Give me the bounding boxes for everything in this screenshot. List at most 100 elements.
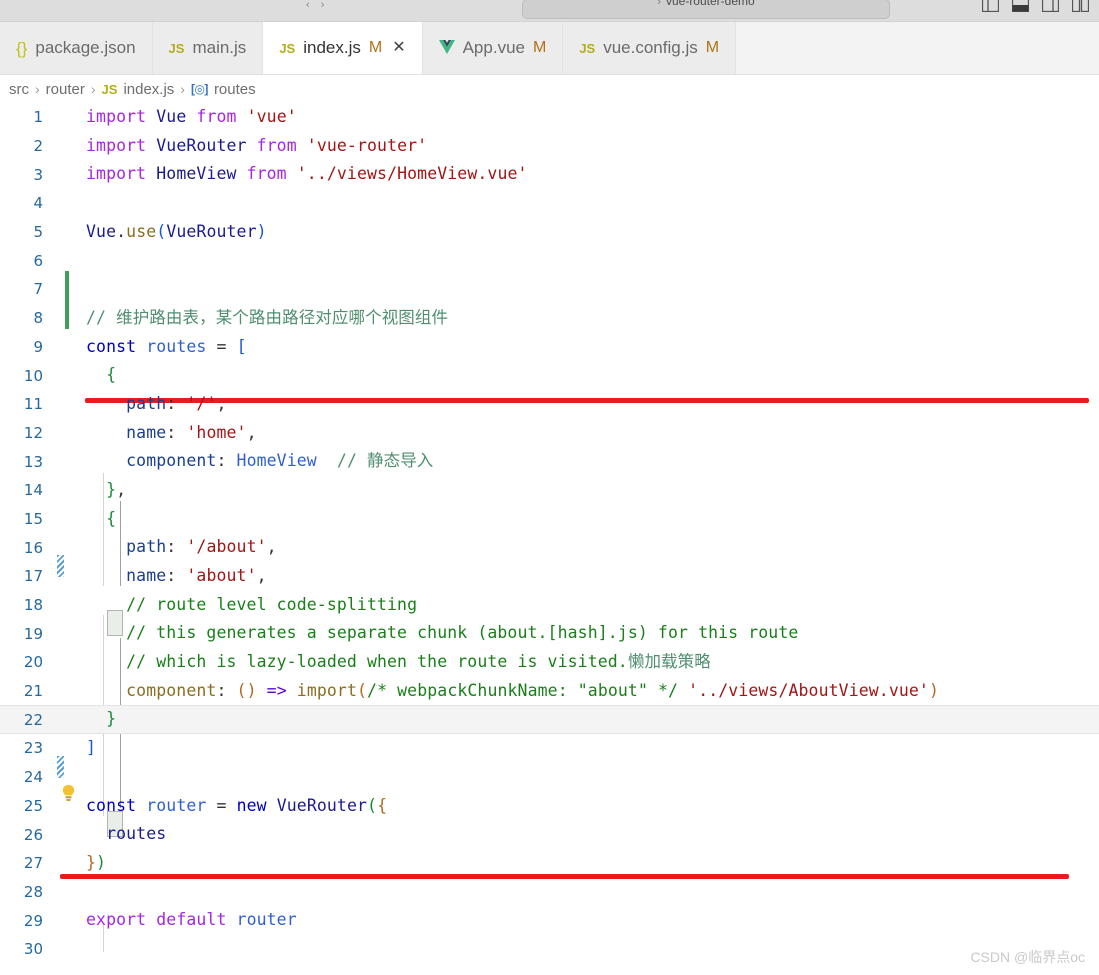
line-number: 20: [23, 653, 43, 672]
code-line[interactable]: 3 import HomeView from '../views/HomeView…: [0, 160, 1099, 189]
tab-app-vue[interactable]: App.vue M: [422, 22, 564, 74]
line-number: 4: [33, 194, 43, 213]
code-line[interactable]: 28: [0, 878, 1099, 907]
code-line[interactable]: 23]: [0, 734, 1099, 763]
code-line[interactable]: 19 // this generates a separate chunk (a…: [0, 619, 1099, 648]
line-number: 16: [23, 538, 43, 557]
navigation-arrows[interactable]: ‹ ›: [306, 0, 328, 11]
code-line[interactable]: 16 path: '/about',: [0, 533, 1099, 562]
line-number: 10: [23, 366, 43, 385]
line-number: 23: [23, 739, 43, 758]
line-number: 1: [33, 108, 43, 127]
quickopen-separator-icon: ›: [657, 0, 661, 8]
tab-label: vue.config.js: [603, 38, 698, 57]
line-content: component: HomeView // 静态导入: [126, 451, 434, 471]
json-braces-icon: {}: [16, 38, 28, 58]
line-number: 19: [23, 624, 43, 643]
code-line[interactable]: 20 // which is lazy-loaded when the rout…: [0, 648, 1099, 677]
layout-sidebar-right-icon[interactable]: [1042, 0, 1059, 12]
vscode-window: ‹ › › vue-router-demo {} package.json JS…: [0, 0, 1099, 975]
code-line[interactable]: 12 name: 'home',: [0, 419, 1099, 448]
line-content: }: [106, 709, 117, 729]
line-number: 27: [23, 854, 43, 873]
line-number: 12: [23, 423, 43, 442]
javascript-file-icon: JS: [101, 81, 118, 97]
breadcrumb-item-index-js[interactable]: index.js: [123, 81, 174, 98]
code-line[interactable]: 8 // 维护路由表，某个路由路径对应哪个视图组件: [0, 304, 1099, 333]
javascript-file-icon: JS: [579, 40, 596, 56]
code-line[interactable]: 26 routes: [0, 820, 1099, 849]
tab-label: package.json: [35, 38, 136, 57]
layout-panel-icon[interactable]: [1012, 0, 1029, 12]
line-content: // route level code-splitting: [126, 594, 418, 614]
code-line[interactable]: 18 // route level code-splitting: [0, 591, 1099, 620]
javascript-file-icon: JS: [279, 40, 296, 56]
line-number: 7: [33, 280, 43, 299]
close-icon[interactable]: ✕: [392, 40, 405, 56]
line-content: name: 'about',: [126, 566, 267, 585]
tab-modified-badge: M: [532, 39, 547, 56]
code-line[interactable]: 1 import Vue from 'vue': [0, 103, 1099, 132]
tab-label: index.js: [303, 38, 361, 57]
line-content: {: [106, 508, 117, 528]
code-line[interactable]: 7: [0, 275, 1099, 304]
line-content: const routes = [: [86, 336, 247, 356]
line-content: {: [106, 365, 117, 385]
code-line[interactable]: 11 path: '/',: [0, 390, 1099, 419]
line-content: name: 'home',: [126, 422, 257, 442]
code-line[interactable]: 4: [0, 189, 1099, 218]
tab-vue-config-js[interactable]: JS vue.config.js M: [563, 22, 737, 74]
tab-index-js[interactable]: JS index.js M ✕: [263, 22, 423, 74]
tab-main-js[interactable]: JS main.js: [152, 22, 264, 74]
code-line[interactable]: 10 {: [0, 361, 1099, 390]
line-content: },: [106, 479, 127, 499]
layout-split-icon[interactable]: [1072, 0, 1089, 12]
code-line[interactable]: 6: [0, 246, 1099, 275]
code-line[interactable]: 17 name: 'about',: [0, 562, 1099, 591]
line-content: path: '/about',: [126, 537, 277, 557]
code-editor[interactable]: 1 import Vue from 'vue' 2 import VueRouter…: [0, 103, 1099, 975]
tab-bar-empty-space: [736, 22, 1099, 74]
title-bar: ‹ › › vue-router-demo: [0, 0, 1099, 22]
code-line[interactable]: 24: [0, 763, 1099, 792]
code-line[interactable]: 21 component: () => import(/* webpackChu…: [0, 677, 1099, 706]
line-number: 21: [23, 682, 43, 701]
line-number: 6: [33, 251, 43, 270]
line-content: component: () => import(/* webpackChunkN…: [126, 680, 940, 700]
line-number: 11: [23, 395, 43, 414]
symbol-variable-icon: [◎]: [190, 82, 208, 96]
breadcrumb-item-src[interactable]: src: [9, 81, 29, 98]
code-line[interactable]: 30: [0, 935, 1099, 964]
line-number: 17: [23, 567, 43, 586]
line-number: 2: [33, 137, 43, 156]
code-line[interactable]: 9 const routes = [: [0, 333, 1099, 362]
code-line[interactable]: 29 export default router: [0, 906, 1099, 935]
line-number: 22: [23, 710, 43, 729]
code-line[interactable]: 2 import VueRouter from 'vue-router': [0, 132, 1099, 161]
chevron-right-icon: ›: [180, 81, 185, 97]
code-line[interactable]: 14 },: [0, 476, 1099, 505]
line-number: 9: [33, 337, 43, 356]
line-content: routes: [106, 824, 167, 844]
chevron-right-icon: ›: [90, 81, 96, 97]
layout-sidebar-left-icon[interactable]: [982, 0, 999, 12]
watermark: CSDN @临界点oc: [970, 949, 1085, 965]
breadcrumb-item-routes[interactable]: routes: [214, 81, 256, 98]
code-line-current[interactable]: 22 }: [0, 705, 1099, 735]
tab-label: main.js: [192, 38, 247, 57]
line-number: 18: [23, 596, 43, 615]
code-line[interactable]: 27}): [0, 849, 1099, 878]
quick-open-search-box[interactable]: › vue-router-demo: [522, 0, 890, 19]
line-content: const router = new VueRouter({: [86, 795, 388, 815]
breadcrumb: src › router › JS index.js › [◎] routes: [0, 75, 1099, 103]
code-line[interactable]: 25 const router = new VueRouter({: [0, 792, 1099, 821]
javascript-file-icon: JS: [168, 40, 185, 56]
code-line[interactable]: 15 {: [0, 505, 1099, 534]
tab-package-json[interactable]: {} package.json: [0, 22, 153, 74]
code-line[interactable]: 13 component: HomeView // 静态导入: [0, 447, 1099, 476]
breadcrumb-item-router[interactable]: router: [46, 81, 85, 98]
line-content: export default router: [86, 910, 297, 930]
code-line[interactable]: 5 Vue.use(VueRouter): [0, 218, 1099, 247]
line-number: 15: [23, 509, 43, 528]
line-number: 8: [33, 309, 43, 328]
